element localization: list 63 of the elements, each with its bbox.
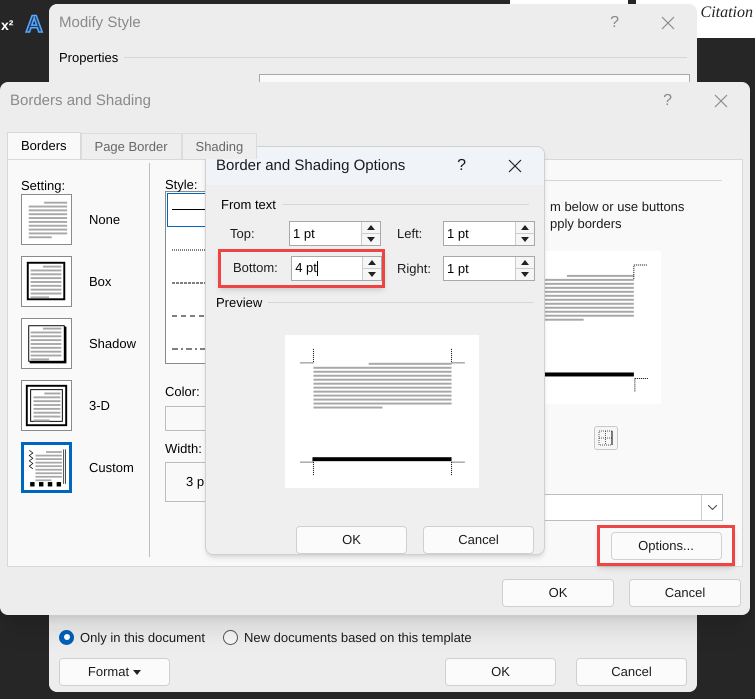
help-button[interactable]: ? [457,154,466,178]
radio-label[interactable]: Only in this document [80,628,206,647]
triangle-up-icon [521,260,529,265]
spin-up-button[interactable] [515,257,534,269]
format-button[interactable]: Format [59,658,170,686]
citation-style[interactable]: Citation [700,1,753,38]
cancel-button[interactable]: Cancel [629,579,741,607]
spin-up-button[interactable] [361,222,380,234]
window-title: Borders and Shading [10,90,152,111]
field-label: Top: [229,224,256,243]
tab[interactable]: Shading [182,133,258,159]
grid-icon [598,430,614,446]
ok-button[interactable]: OK [502,579,614,607]
field-label: Bottom: [232,259,279,278]
close-icon[interactable] [508,159,522,173]
superscript-button[interactable]: x² [1,14,14,36]
options-button[interactable]: Options... [610,532,722,560]
chevron-down-icon [708,505,716,510]
spin-up-button[interactable] [362,256,381,268]
spin-field[interactable]: 4 pt [291,256,382,280]
border-toggle-button[interactable] [594,426,618,450]
instruction-text: pply borders [550,215,623,232]
triangle-down-icon [521,237,529,242]
window-title: Modify Style [59,12,142,33]
triangle-down-icon [368,272,376,276]
spin-field[interactable]: 1 pt [443,221,535,246]
spin-down-button[interactable] [362,268,381,280]
ok-button[interactable]: OK [296,526,407,554]
style-label: Style: [165,176,199,191]
radio-label[interactable]: New documents based on this template [244,628,472,647]
tab[interactable]: Page Border [80,133,182,159]
setting-option[interactable]: None [21,194,149,245]
setting-option[interactable]: Shadow [21,318,149,369]
setting-option[interactable]: Custom [21,442,149,493]
field-label: Right: [397,260,432,278]
spin-field[interactable]: 1 pt [443,256,535,281]
section-heading: Properties [59,49,118,67]
spin-field[interactable]: 1 pt [289,221,381,246]
radio-button[interactable] [223,630,238,645]
triangle-down-icon [521,272,529,277]
setting-option[interactable]: 3-D [21,380,149,431]
width-label: Width: [165,440,203,458]
spin-up-button[interactable] [515,222,534,234]
color-label: Color: [165,383,201,401]
radio-button[interactable] [59,630,74,645]
instruction-text: m below or use buttons [550,198,686,215]
spin-down-button[interactable] [515,269,534,280]
caret-icon [133,670,142,674]
setting-label: Setting: [21,177,66,192]
setting-option[interactable]: Box [21,256,149,307]
triangle-up-icon [521,225,529,230]
triangle-down-icon [367,237,375,242]
section-heading: Preview [216,294,262,312]
triangle-up-icon [368,260,376,264]
spin-down-button[interactable] [515,234,534,245]
triangle-up-icon [367,225,375,230]
section-heading: From text [221,196,276,214]
ok-button[interactable]: OK [445,658,556,686]
field-label: Left: [397,224,424,243]
spin-down-button[interactable] [361,234,380,245]
cancel-button[interactable]: Cancel [576,658,687,686]
cancel-button[interactable]: Cancel [423,526,534,554]
tab[interactable]: Borders [7,132,81,159]
